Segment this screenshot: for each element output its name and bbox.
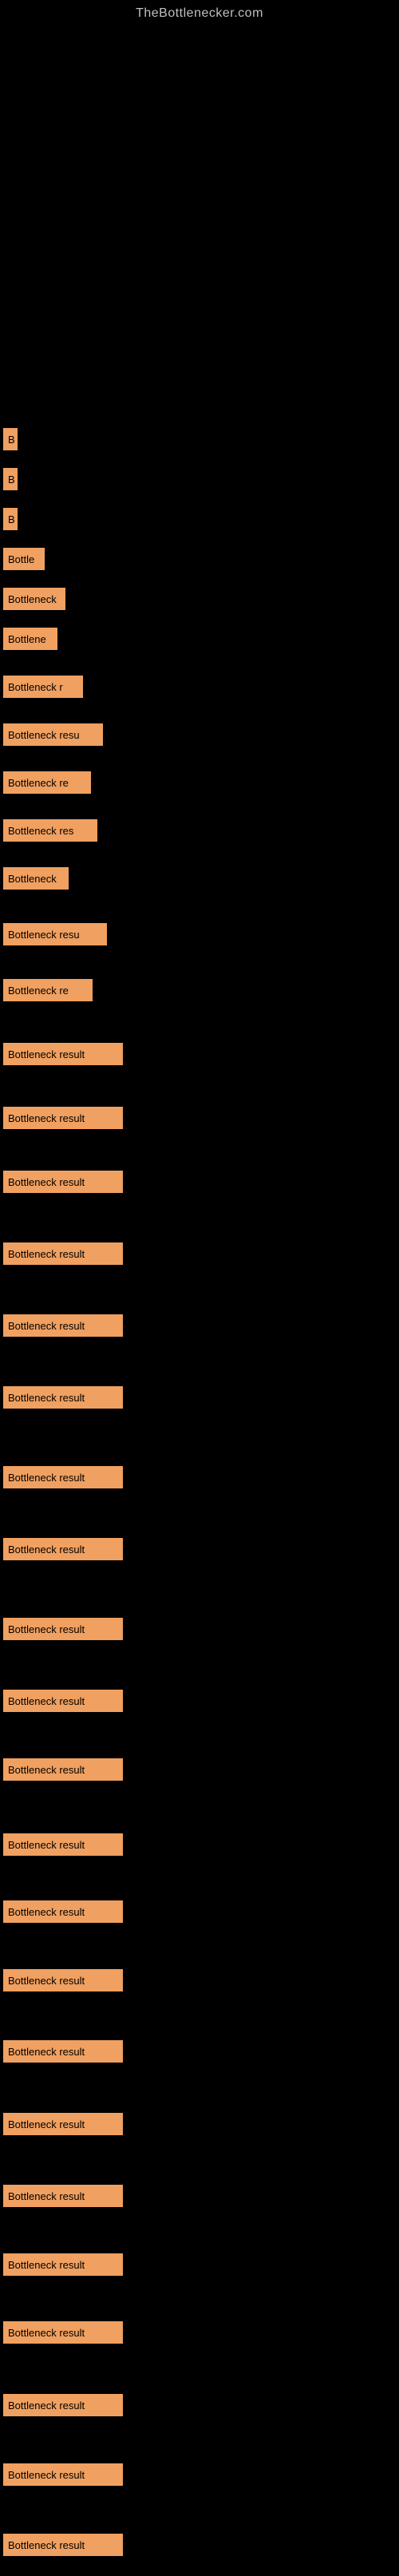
result-bar: Bottleneck [3,867,69,890]
result-bar: B [3,468,18,490]
result-bar: Bottleneck result [3,1466,123,1488]
result-bar: Bottleneck result [3,1386,123,1409]
result-bar: B [3,428,18,450]
result-bar: Bottleneck r [3,676,83,698]
result-bar: Bottleneck result [3,1833,123,1856]
result-bar: Bottle [3,548,45,570]
result-bar: Bottleneck re [3,979,93,1001]
result-bar: Bottleneck result [3,1043,123,1065]
result-bar: Bottleneck result [3,2394,123,2416]
result-bar: Bottleneck result [3,2113,123,2135]
result-bar: Bottlene [3,628,57,650]
result-bar: Bottleneck result [3,1314,123,1337]
result-bar: Bottleneck result [3,2534,123,2556]
result-bar: Bottleneck result [3,1690,123,1712]
result-bar: Bottleneck result [3,1538,123,1560]
result-bar: Bottleneck result [3,1107,123,1129]
result-bar: Bottleneck resu [3,723,103,746]
site-title: TheBottlenecker.com [0,0,399,21]
result-bar: Bottleneck result [3,2321,123,2344]
result-bar: Bottleneck re [3,771,91,794]
result-bar: Bottleneck result [3,1900,123,1923]
result-bar: B [3,508,18,530]
result-bar: Bottleneck result [3,2185,123,2207]
result-bar: Bottleneck result [3,2253,123,2276]
result-bar: Bottleneck result [3,1618,123,1640]
result-bar: Bottleneck result [3,2040,123,2063]
result-bar: Bottleneck [3,588,65,610]
result-bar: Bottleneck result [3,2463,123,2486]
result-bar: Bottleneck result [3,1969,123,1991]
result-bar: Bottleneck resu [3,923,107,945]
result-bar: Bottleneck result [3,1758,123,1781]
result-bar: Bottleneck result [3,1242,123,1265]
result-bar: Bottleneck result [3,1171,123,1193]
result-bar: Bottleneck res [3,819,97,842]
